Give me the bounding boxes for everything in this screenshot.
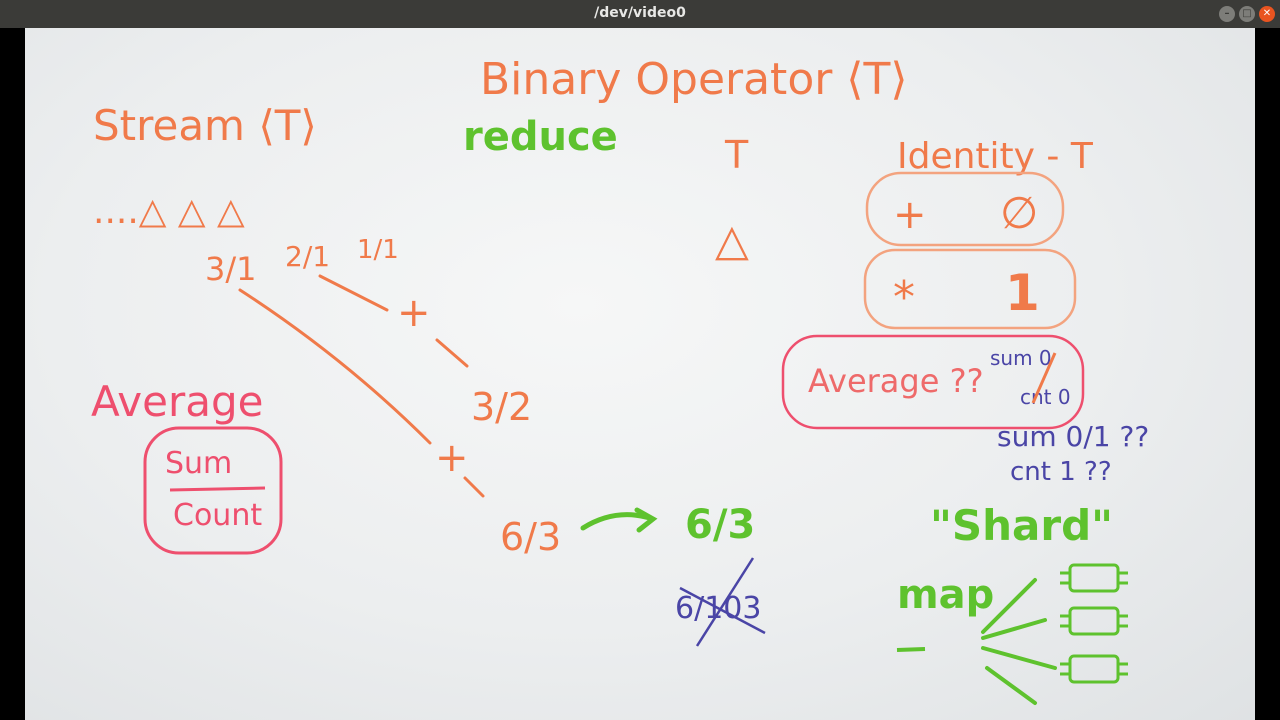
plus-sign-1: + <box>397 290 431 336</box>
identity-times-op: * <box>893 272 915 323</box>
average-cnt-note: cnt 0 <box>1020 385 1071 409</box>
map-label: map <box>897 572 994 618</box>
close-button[interactable]: ✕ <box>1259 6 1275 22</box>
plus-sign-2: + <box>435 435 469 481</box>
triangle-symbol: △ <box>715 215 749 266</box>
average-sum-note: sum 0 <box>990 346 1052 370</box>
fraction-copy: 6/3 <box>685 502 755 548</box>
fraction-a: 3/1 <box>205 250 257 288</box>
video-feed: Binary Operator ⟨T⟩ Stream ⟨T⟩ ....△ △ △… <box>0 28 1280 720</box>
average-label: Average <box>91 377 263 426</box>
average-identity-text: Average ?? <box>808 362 984 400</box>
shard-chip-icon-1 <box>1068 563 1120 593</box>
question-note-line2: cnt 1 ?? <box>1010 457 1112 487</box>
shard-label: "Shard" <box>930 501 1113 550</box>
fraction-b: 2/1 <box>285 240 330 273</box>
fraction-c: 1/1 <box>357 235 399 265</box>
heading: Binary Operator ⟨T⟩ <box>480 54 908 105</box>
shard-chip-icon-2 <box>1068 606 1120 636</box>
identity-plus-op: + <box>893 192 927 238</box>
maximize-button[interactable]: □ <box>1239 6 1255 22</box>
identity-plus-value: ∅ <box>1000 188 1038 239</box>
whiteboard-drawing: Binary Operator ⟨T⟩ Stream ⟨T⟩ ....△ △ △… <box>91 54 1149 705</box>
shard-chip-icon-3 <box>1068 654 1120 684</box>
stream-items: ....△ △ △ <box>93 191 245 232</box>
whiteboard: Binary Operator ⟨T⟩ Stream ⟨T⟩ ....△ △ △… <box>25 28 1255 720</box>
fraction-result: 6/3 <box>500 515 561 559</box>
minimize-button[interactable]: – <box>1219 6 1235 22</box>
t-label: T <box>724 133 749 177</box>
sum-label: Sum <box>165 446 232 481</box>
window-title: /dev/video0 <box>594 5 686 21</box>
fraction-mid: 3/2 <box>471 385 532 429</box>
window-titlebar[interactable]: /dev/video0 – □ ✕ <box>0 0 1280 29</box>
reduce-label: reduce <box>463 114 618 160</box>
stream-label: Stream ⟨T⟩ <box>93 101 317 150</box>
question-note-line1: sum 0/1 ?? <box>997 420 1149 453</box>
count-label: Count <box>173 498 262 533</box>
shard-chip-icons <box>1060 563 1128 684</box>
identity-times-value: 1 <box>1005 264 1040 322</box>
identity-label: Identity - T <box>897 136 1094 177</box>
